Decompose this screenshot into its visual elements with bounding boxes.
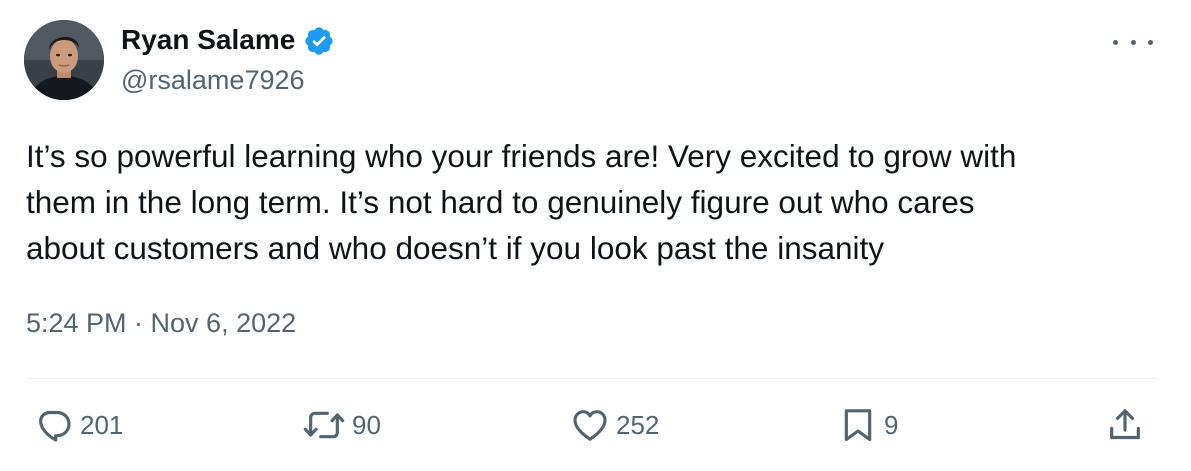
like-button[interactable]: 252 <box>570 405 659 445</box>
retweet-icon <box>303 411 345 439</box>
like-icon <box>573 410 607 441</box>
avatar-image <box>24 20 104 100</box>
bookmark-count: 9 <box>884 410 899 440</box>
more-icon[interactable] <box>1113 30 1153 54</box>
reply-icon <box>39 410 71 442</box>
share-icon <box>1110 409 1140 440</box>
reply-button[interactable]: 201 <box>34 405 123 445</box>
author-handle[interactable]: @rsalame7926 <box>121 62 305 98</box>
display-name[interactable]: Ryan Salame <box>121 22 295 58</box>
tweet-timestamp[interactable]: 5:24 PM · Nov 6, 2022 <box>26 305 296 341</box>
tweet-text: It’s so powerful learning who your frien… <box>26 138 1017 266</box>
share-button[interactable] <box>1105 405 1145 445</box>
action-bar: 201 90 252 9 <box>0 405 1191 449</box>
bookmark-icon <box>844 409 872 442</box>
divider <box>26 378 1156 379</box>
reply-count: 201 <box>80 410 124 440</box>
retweet-button[interactable]: 90 <box>302 405 381 445</box>
tweet-card: Ryan Salame @rsalame7926 It’s so powerfu… <box>0 0 1191 471</box>
author-name-row: Ryan Salame <box>121 22 335 58</box>
retweet-count: 90 <box>352 410 381 440</box>
bookmark-button[interactable]: 9 <box>838 405 898 445</box>
verified-badge-icon <box>303 25 335 57</box>
avatar[interactable] <box>24 20 104 100</box>
like-count: 252 <box>616 410 660 440</box>
